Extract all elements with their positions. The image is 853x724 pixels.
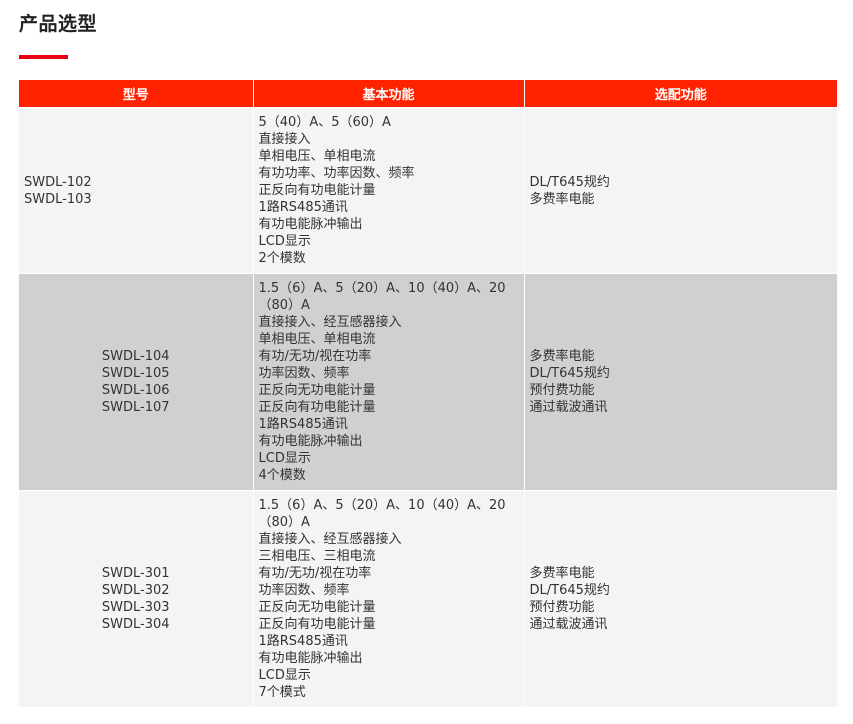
feature-item: 5（40）A、5（60）A: [258, 115, 391, 130]
title-underline: [19, 55, 68, 59]
model-name: SWDL-107: [101, 400, 170, 415]
table-row: SWDL-301 SWDL-302 SWDL-303 SWDL-304 1.5（…: [19, 490, 837, 707]
option-item: 预付费功能: [529, 383, 595, 398]
model-name: SWDL-303: [101, 600, 170, 615]
option-item: DL/T645规约: [529, 174, 610, 190]
model-name: SWDL-104: [101, 349, 170, 364]
model-name: SWDL-302: [101, 583, 170, 598]
model-cell: SWDL-104 SWDL-105 SWDL-106 SWDL-107: [19, 273, 254, 491]
model-name: SWDL-106: [101, 383, 170, 398]
feature-item: 正反向无功电能计量: [258, 383, 376, 398]
header-basic-functions: 基本功能: [253, 80, 525, 108]
feature-item: 直接接入、经互感器接入: [258, 532, 402, 547]
feature-item: 1.5（6）A、5（20）A、10（40）A、20（80）A: [258, 281, 506, 313]
header-model: 型号: [19, 80, 254, 108]
product-selection-table: 型号 基本功能 选配功能 SWDL-102 SWDL-103 5（40）A、5（…: [19, 80, 837, 707]
feature-item: 正反向有功电能计量: [258, 617, 376, 632]
feature-item: 有功电能脉冲输出: [258, 651, 363, 666]
option-item: DL/T645规约: [529, 583, 610, 598]
model-name: SWDL-301: [101, 566, 170, 581]
feature-item: 直接接入、经互感器接入: [258, 315, 402, 330]
model-cell: SWDL-301 SWDL-302 SWDL-303 SWDL-304: [19, 490, 254, 707]
feature-item: 1路RS485通讯: [258, 634, 348, 649]
feature-item: 功率因数、频率: [258, 366, 350, 381]
feature-item: 单相电压、单相电流: [258, 332, 376, 347]
feature-item: 正反向有功电能计量: [258, 400, 376, 415]
model-name: SWDL-103: [24, 191, 92, 207]
page-title: 产品选型: [19, 13, 98, 35]
feature-item: 1.5（6）A、5（20）A、10（40）A、20（80）A: [258, 498, 506, 530]
feature-item: 有功/无功/视在功率: [258, 349, 372, 364]
option-item: DL/T645规约: [529, 366, 610, 381]
optional-functions-cell: DL/T645规约 多费率电能: [524, 107, 837, 274]
model-name: SWDL-105: [101, 366, 170, 381]
feature-item: 7个模式: [258, 685, 306, 700]
feature-item: LCD显示: [258, 668, 311, 683]
feature-item: 正反向无功电能计量: [258, 600, 376, 615]
feature-item: 直接接入: [258, 132, 311, 147]
feature-item: LCD显示: [258, 234, 311, 249]
model-name: SWDL-102: [24, 174, 92, 190]
option-item: 预付费功能: [529, 600, 595, 615]
feature-item: 有功功率、功率因数、频率: [258, 166, 415, 181]
basic-functions-cell: 5（40）A、5（60）A 直接接入 单相电压、单相电流 有功功率、功率因数、频…: [253, 107, 525, 274]
table-header-row: 型号 基本功能 选配功能: [19, 80, 837, 108]
feature-item: 1路RS485通讯: [258, 417, 348, 432]
feature-item: 1路RS485通讯: [258, 200, 348, 215]
option-item: 多费率电能: [529, 349, 595, 364]
table-row: SWDL-104 SWDL-105 SWDL-106 SWDL-107 1.5（…: [19, 273, 837, 491]
option-item: 通过载波通讯: [529, 400, 608, 415]
model-cell: SWDL-102 SWDL-103: [19, 107, 254, 274]
feature-item: LCD显示: [258, 451, 311, 466]
feature-item: 三相电压、三相电流: [258, 549, 376, 564]
feature-item: 有功电能脉冲输出: [258, 434, 363, 449]
feature-item: 有功/无功/视在功率: [258, 566, 372, 581]
basic-functions-cell: 1.5（6）A、5（20）A、10（40）A、20（80）A 直接接入、经互感器…: [253, 273, 525, 491]
feature-item: 正反向有功电能计量: [258, 183, 376, 198]
basic-functions-cell: 1.5（6）A、5（20）A、10（40）A、20（80）A 直接接入、经互感器…: [253, 490, 525, 707]
option-item: 多费率电能: [529, 191, 595, 207]
feature-item: 4个模数: [258, 468, 306, 483]
optional-functions-cell: 多费率电能 DL/T645规约 预付费功能 通过载波通讯: [524, 490, 837, 707]
feature-item: 功率因数、频率: [258, 583, 350, 598]
optional-functions-cell: 多费率电能 DL/T645规约 预付费功能 通过载波通讯: [524, 273, 837, 491]
option-item: 通过载波通讯: [529, 617, 608, 632]
feature-item: 2个模数: [258, 251, 306, 266]
header-optional-functions: 选配功能: [524, 80, 837, 108]
feature-item: 单相电压、单相电流: [258, 149, 376, 164]
feature-item: 有功电能脉冲输出: [258, 217, 363, 232]
table-row: SWDL-102 SWDL-103 5（40）A、5（60）A 直接接入 单相电…: [19, 107, 837, 274]
model-name: SWDL-304: [101, 617, 170, 632]
option-item: 多费率电能: [529, 566, 595, 581]
